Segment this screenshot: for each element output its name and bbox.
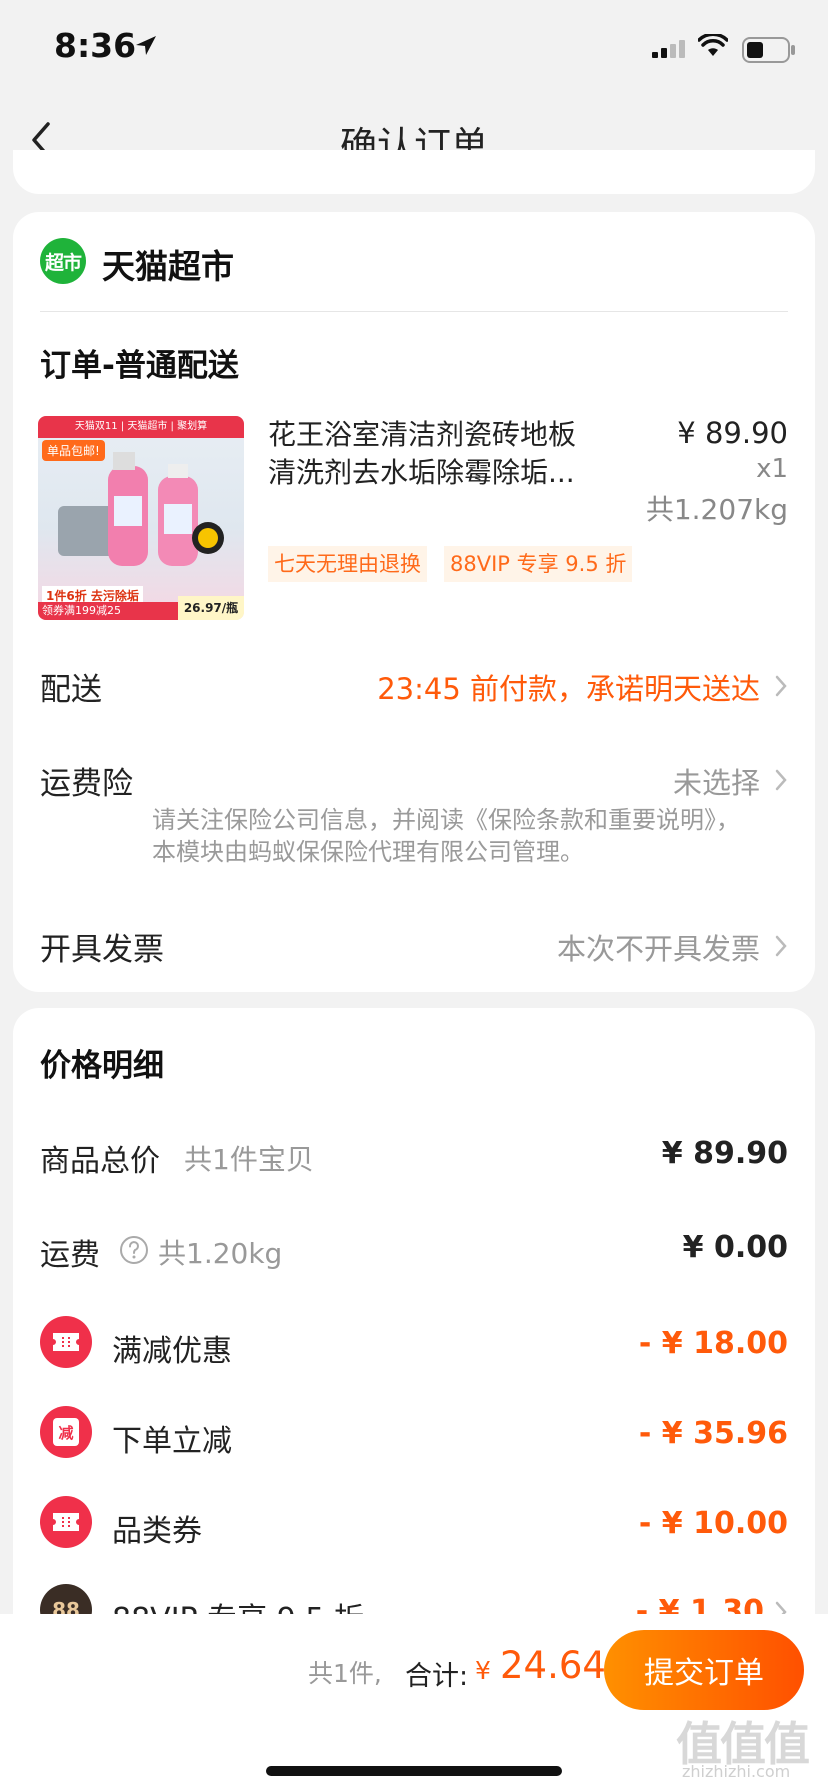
chevron-right-icon: [775, 935, 787, 957]
discount-value: - ¥ 10.00: [638, 1506, 788, 1541]
invoice-label: 开具发票: [40, 932, 164, 968]
product-quantity: x1: [756, 454, 788, 484]
goods-total-row: 商品总价 共1件宝贝 ¥ 89.90: [40, 1134, 788, 1179]
shipping-insurance-row[interactable]: 运费险 未选择: [40, 756, 788, 802]
insurance-note: 请关注保险公司信息，并阅读《保险条款和重要说明》，本模块由蚂蚁保保险代理有限公司…: [152, 806, 740, 866]
previous-card-edge: [13, 150, 815, 194]
discount-row-category-coupon: 品类券 - ¥ 10.00: [40, 1496, 788, 1550]
delivery-value: 23:45 前付款，承诺明天送达: [377, 672, 760, 706]
tag-return-policy: 七天无理由退换: [268, 546, 427, 582]
shipping-fee-row: 运费 共1.20kg ¥ 0.00: [40, 1228, 788, 1273]
goods-total-label: 商品总价: [40, 1144, 160, 1179]
order-section-title: 订单-普通配送: [40, 348, 239, 384]
shipping-weight: 共1.20kg: [158, 1237, 283, 1270]
watermark-url: zhizhizhi.com: [682, 1762, 791, 1781]
product-price: ¥ 89.90: [677, 416, 788, 450]
discount-value: - ¥ 35.96: [638, 1416, 788, 1451]
price-detail-title: 价格明细: [40, 1048, 164, 1084]
goods-total-value: ¥ 89.90: [661, 1136, 788, 1171]
discount-row-full-reduction: 满减优惠 - ¥ 18.00: [40, 1316, 788, 1370]
ticket-icon: [40, 1496, 92, 1548]
cellular-signal-icon: [652, 40, 685, 58]
divider: [40, 311, 788, 312]
invoice-row[interactable]: 开具发票 本次不开具发票: [40, 922, 788, 968]
discount-label: 品类券: [112, 1514, 202, 1549]
discount-label: 满减优惠: [112, 1334, 232, 1369]
shipping-fee-value: ¥ 0.00: [682, 1230, 788, 1265]
discount-value: - ¥ 18.00: [638, 1326, 788, 1361]
home-indicator: [266, 1766, 562, 1776]
store-name[interactable]: 天猫超市: [102, 240, 234, 288]
image-banner: 天猫双11 | 天猫超市 | 聚划算: [38, 416, 244, 438]
product-bottles-illustration: [58, 452, 224, 566]
image-price-tag: 26.97/瓶: [178, 596, 244, 620]
product-image[interactable]: 天猫双11 | 天猫超市 | 聚划算 单品包邮! 1件6折 去污除垢 领券满19…: [38, 416, 244, 620]
product-title-line2: 清洗剂去水垢除霉除垢...: [268, 456, 575, 489]
tag-88vip: 88VIP 专享 9.5 折: [444, 546, 633, 582]
total-amount: 24.64: [500, 1644, 606, 1687]
invoice-value: 本次不开具发票: [556, 932, 760, 966]
battery-icon: [742, 37, 795, 63]
total-label: 合计:: [405, 1661, 469, 1692]
submit-order-button[interactable]: 提交订单: [604, 1630, 804, 1710]
image-promo2: 领券满199减25: [38, 602, 178, 620]
delivery-label: 配送: [40, 672, 102, 708]
goods-total-sub: 共1件宝贝: [184, 1143, 314, 1176]
product-weight: 共1.207kg: [645, 493, 788, 526]
help-circle-icon[interactable]: [118, 1234, 150, 1266]
status-time: 8:36: [54, 26, 137, 65]
wifi-icon: [698, 34, 728, 56]
item-count: 共1件,: [308, 1659, 382, 1688]
delivery-row[interactable]: 配送 23:45 前付款，承诺明天送达: [40, 662, 788, 708]
discount-row-instant: 减 下单立减 - ¥ 35.96: [40, 1406, 788, 1460]
shipping-fee-label: 运费: [40, 1238, 100, 1273]
store-logo: 超市: [40, 238, 86, 284]
reduce-icon: 减: [40, 1406, 92, 1458]
product-title-line1: 花王浴室清洁剂瓷砖地板: [268, 418, 577, 451]
discount-label: 下单立减: [112, 1424, 232, 1459]
chevron-right-icon: [775, 675, 787, 697]
chevron-right-icon: [775, 769, 787, 791]
insurance-value: 未选择: [672, 766, 760, 800]
insurance-label: 运费险: [40, 766, 133, 802]
location-arrow-icon: [136, 36, 156, 55]
total-currency: ¥: [475, 1656, 491, 1685]
ticket-icon: [40, 1316, 92, 1368]
product-title[interactable]: 花王浴室清洁剂瓷砖地板 清洗剂去水垢除霉除垢...: [268, 416, 618, 492]
